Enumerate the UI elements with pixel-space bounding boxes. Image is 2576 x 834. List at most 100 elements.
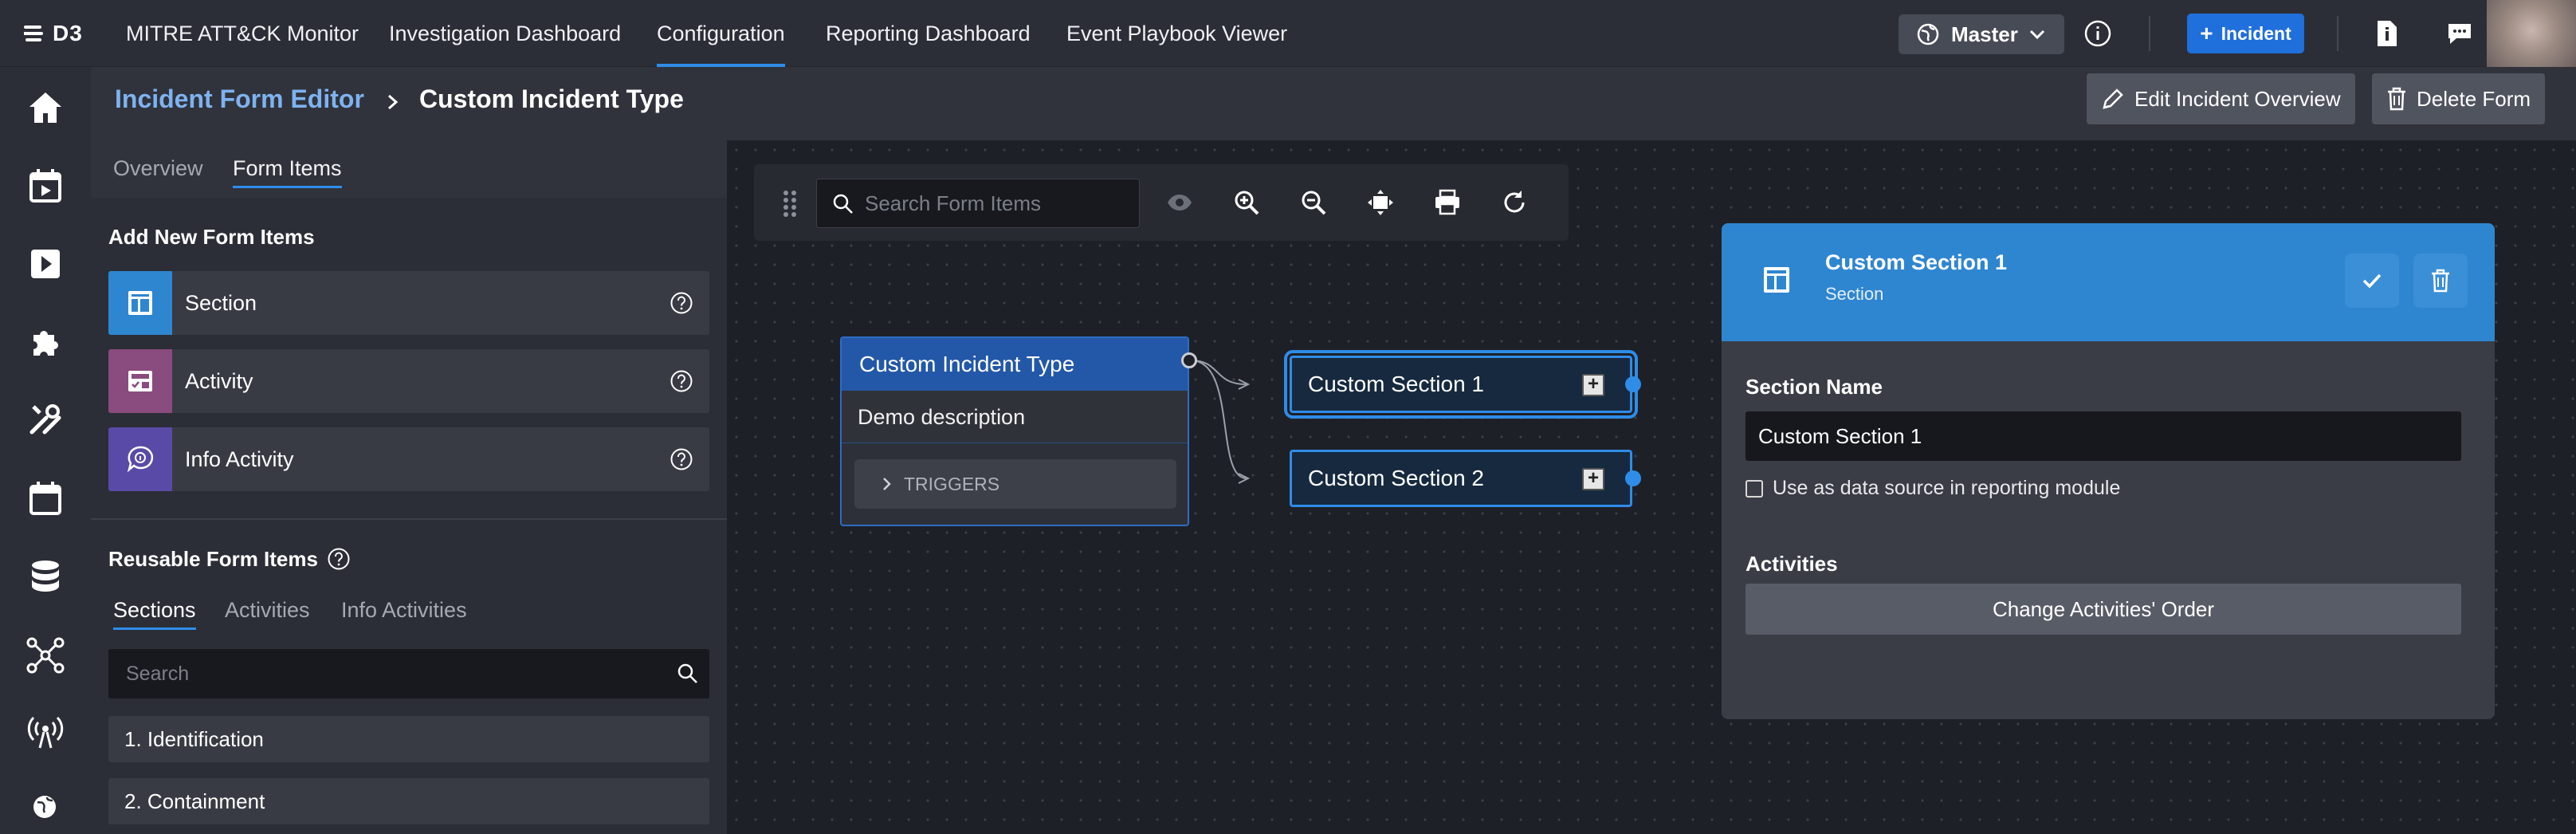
plus-icon: + [2200, 21, 2213, 45]
calendar-play-icon[interactable] [26, 166, 65, 206]
tools-icon[interactable] [26, 400, 65, 440]
nav-investigation-dashboard[interactable]: Investigation Dashboard [389, 0, 621, 67]
page-title: Custom Incident Type [419, 85, 684, 113]
reusable-search-input[interactable] [108, 649, 709, 698]
incident-button-label: Incident [2221, 22, 2291, 44]
nav-divider [2149, 16, 2150, 51]
add-new-form-items-title: Add New Form Items [108, 225, 315, 249]
logo-text: D3 [53, 21, 83, 45]
reusable-item[interactable]: 2. Containment [108, 778, 709, 824]
reusable-item[interactable]: 1. Identification [108, 716, 709, 762]
delete-button-label: Delete Form [2417, 86, 2531, 111]
properties-header: Custom Section 1 Section [1722, 223, 2495, 341]
tab-activities[interactable]: Activities [225, 598, 310, 627]
delete-form-button[interactable]: Delete Form [2372, 73, 2546, 124]
incident-node-title: Custom Incident Type [842, 338, 1188, 391]
tab-info-activities[interactable]: Info Activities [341, 598, 467, 627]
section-port[interactable] [1625, 376, 1641, 392]
pencil-icon [2103, 89, 2123, 109]
section-port[interactable] [1625, 470, 1641, 486]
add-item-label: Section [185, 290, 257, 315]
properties-title: Custom Section 1 [1825, 250, 2008, 274]
checkbox-label: Use as data source in reporting module [1773, 477, 2121, 499]
new-incident-button[interactable]: + Incident [2187, 14, 2304, 53]
section-name-field [1745, 411, 2461, 461]
reusable-form-items-title: Reusable Form Items [108, 547, 318, 571]
breadcrumb-incident-form-editor[interactable]: Incident Form Editor [115, 85, 364, 114]
d3-logo[interactable]: D3 [24, 21, 83, 46]
add-activity-item[interactable]: Activity [108, 349, 709, 413]
page-header: Incident Form Editor Custom Incident Typ… [91, 67, 2576, 140]
section-node[interactable]: Custom Section 1 + [1284, 350, 1641, 419]
nav-configuration[interactable]: Configuration [657, 0, 785, 67]
branch-selector[interactable]: Master [1899, 14, 2064, 54]
add-activity-icon[interactable]: + [1582, 468, 1604, 490]
add-item-label: Activity [185, 368, 253, 393]
triggers-toggle[interactable]: TRIGGERS [854, 459, 1176, 509]
help-icon[interactable] [670, 369, 693, 393]
trash-icon [2388, 87, 2405, 111]
properties-subtitle: Section [1825, 284, 1884, 304]
add-info-activity-item[interactable]: Info Activity [108, 427, 709, 491]
reporting-data-source-option[interactable]: Use as data source in reporting module [1745, 477, 2120, 500]
top-nav: D3 MITRE ATT&CK Monitor Investigation Da… [0, 0, 2576, 67]
triggers-label: TRIGGERS [904, 473, 1000, 494]
add-activity-icon[interactable]: + [1582, 374, 1604, 396]
panel-divider [91, 518, 727, 520]
edit-button-label: Edit Incident Overview [2134, 86, 2341, 111]
form-canvas[interactable]: Custom Incident Type Demo description TR… [727, 140, 2576, 834]
nav-reporting-dashboard[interactable]: Reporting Dashboard [826, 0, 1031, 67]
chat-icon[interactable] [2445, 21, 2474, 46]
chevron-right-icon [883, 478, 891, 490]
nav-mitre[interactable]: MITRE ATT&CK Monitor [126, 0, 359, 67]
calendar-icon[interactable] [26, 478, 65, 518]
section-icon [108, 271, 172, 335]
node-output-port[interactable] [1181, 352, 1197, 368]
reusable-search [108, 649, 709, 698]
playbook-icon[interactable] [26, 244, 65, 284]
user-avatar[interactable] [2487, 0, 2576, 67]
help-icon[interactable] [327, 547, 351, 571]
network-icon[interactable] [26, 635, 65, 675]
delete-section-button[interactable] [2413, 254, 2468, 308]
add-item-label: Info Activity [185, 447, 294, 471]
section-node-label: Custom Section 2 [1308, 466, 1484, 490]
help-icon[interactable] [670, 447, 693, 471]
activity-icon [108, 349, 172, 413]
database-icon[interactable] [26, 557, 65, 596]
activities-label: Activities [1745, 552, 1838, 576]
home-icon[interactable] [26, 88, 65, 128]
reporting-data-source-checkbox[interactable] [1745, 479, 1763, 498]
broadcast-icon[interactable] [26, 713, 65, 753]
document-icon[interactable] [2375, 19, 2399, 48]
incident-type-node[interactable]: Custom Incident Type Demo description TR… [840, 336, 1197, 526]
tab-overview[interactable]: Overview [113, 156, 203, 186]
add-section-item[interactable]: Section [108, 271, 709, 335]
search-icon[interactable] [676, 662, 700, 686]
section-name-input[interactable] [1745, 411, 2461, 461]
section-node-label: Custom Section 1 [1308, 372, 1484, 396]
globe-icon[interactable] [30, 793, 59, 821]
section-properties-panel: Custom Section 1 Section Section Name Us… [1722, 223, 2495, 719]
edit-incident-overview-button[interactable]: Edit Incident Overview [2087, 73, 2355, 124]
section-name-label: Section Name [1745, 375, 1883, 399]
tab-sections[interactable]: Sections [113, 598, 196, 630]
info-activity-icon [108, 427, 172, 491]
icon-rail [0, 67, 91, 834]
change-activities-order-button[interactable]: Change Activities' Order [1745, 584, 2461, 635]
trash-icon [2432, 269, 2449, 293]
chevron-down-icon [2029, 30, 2044, 40]
branch-label: Master [1951, 22, 2018, 46]
save-section-button[interactable] [2345, 254, 2399, 308]
globe-icon [1917, 23, 1939, 45]
chevron-right-icon [383, 88, 403, 116]
nav-event-playbook-viewer[interactable]: Event Playbook Viewer [1066, 0, 1287, 67]
nav-divider [2337, 16, 2338, 51]
integrations-icon[interactable] [26, 322, 65, 362]
section-icon [1761, 265, 1792, 295]
help-icon[interactable] [670, 291, 693, 315]
tab-form-items[interactable]: Form Items [233, 156, 342, 188]
check-icon [2362, 273, 2382, 289]
info-icon[interactable] [2083, 19, 2112, 48]
section-node[interactable]: Custom Section 2 + [1290, 450, 1641, 507]
